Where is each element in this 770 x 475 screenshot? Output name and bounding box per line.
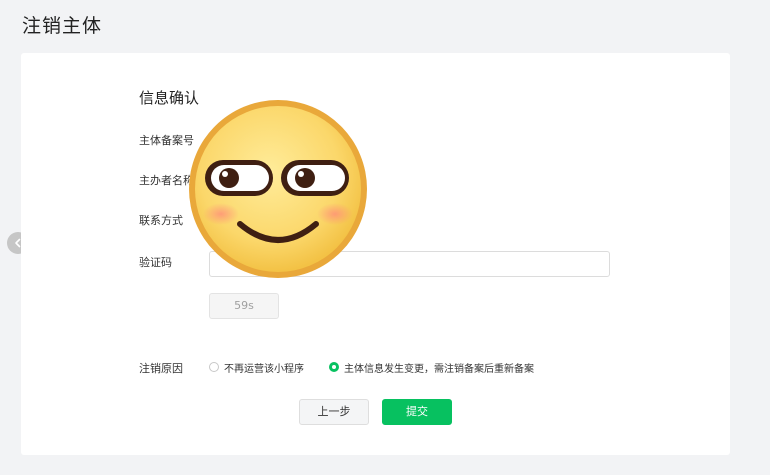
radio-checked-icon[interactable] (329, 362, 339, 372)
smirk-emoji-icon (189, 100, 367, 278)
reason-option-label: 不再运营该小程序 (224, 363, 304, 375)
field-label-verification-code: 验证码 (139, 256, 172, 269)
resend-countdown-button[interactable]: 59s (209, 293, 279, 319)
reason-option-label: 主体信息发生变更，需注销备案后重新备案 (344, 363, 534, 375)
field-label-reason: 注销原因 (139, 362, 183, 375)
page-title: 注销主体 (22, 15, 103, 37)
radio-unchecked-icon[interactable] (209, 362, 219, 372)
reason-option-stop-operating[interactable]: 不再运营该小程序 (209, 358, 304, 376)
submit-button[interactable]: 提交 (382, 399, 452, 425)
reason-option-info-changed[interactable]: 主体信息发生变更，需注销备案后重新备案 (329, 358, 534, 376)
previous-step-button[interactable]: 上一步 (299, 399, 369, 425)
field-label-contact: 联系方式 (139, 214, 183, 227)
